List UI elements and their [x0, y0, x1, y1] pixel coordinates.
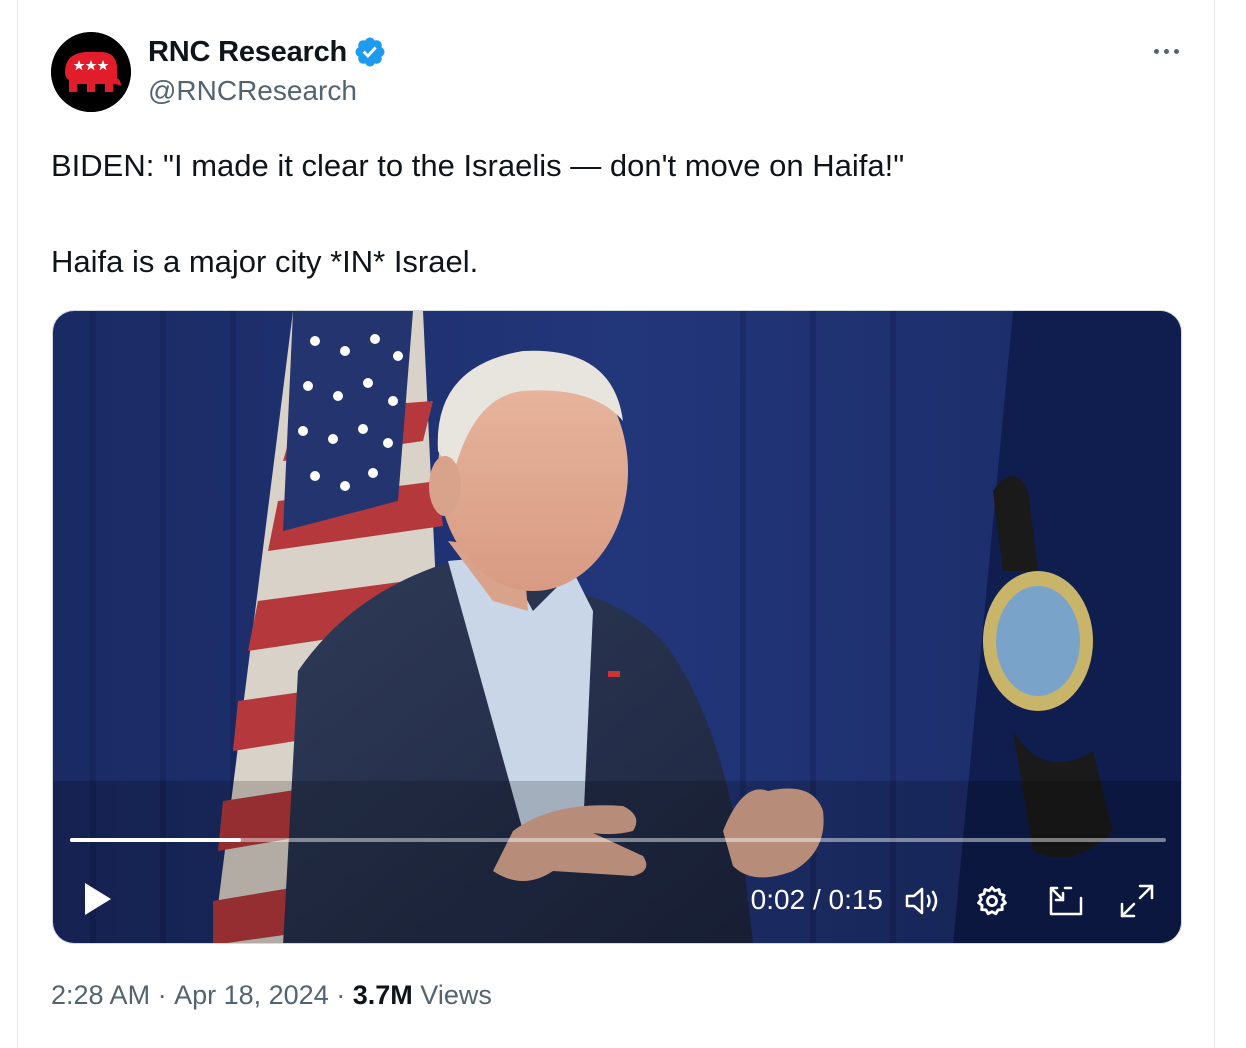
views-label: Views — [420, 980, 492, 1010]
verified-badge-icon[interactable] — [353, 35, 387, 69]
tweet-text-line-2: Haifa is a major city *IN* Israel. — [51, 244, 479, 279]
more-options-icon[interactable] — [1146, 36, 1186, 66]
progress-fill — [70, 838, 241, 842]
volume-icon[interactable] — [904, 886, 942, 916]
settings-gear-icon[interactable] — [975, 884, 1009, 918]
fullscreen-icon[interactable] — [1118, 882, 1156, 920]
avatar[interactable] — [51, 32, 131, 112]
meta-separator: · — [157, 980, 167, 1010]
progress-bar[interactable] — [70, 838, 1166, 842]
author-name-row: RNC Research — [148, 34, 387, 70]
time-separator: / — [812, 884, 821, 915]
tweet-time[interactable]: 2:28 AM — [51, 980, 150, 1011]
video-time: 0:02 / 0:15 — [725, 883, 883, 917]
picture-in-picture-icon[interactable] — [1047, 884, 1085, 918]
tweet-text: BIDEN: "I made it clear to the Israelis … — [51, 142, 1191, 286]
views-count: 3.7M — [352, 980, 413, 1010]
more-dot — [1163, 48, 1169, 54]
author-name[interactable]: RNC Research — [148, 36, 347, 69]
meta-separator: · — [336, 980, 346, 1010]
video-player[interactable]: 0:02 / 0:15 — [52, 310, 1182, 944]
tweet-date[interactable]: Apr 18, 2024 — [174, 980, 329, 1011]
more-dot — [1153, 48, 1159, 54]
author-handle[interactable]: @RNCResearch — [148, 75, 357, 107]
duration: 0:15 — [828, 884, 884, 915]
tweet-meta: 2:28 AM · Apr 18, 2024 · 3.7M Views — [51, 980, 492, 1011]
republican-elephant-icon — [51, 32, 131, 112]
play-icon[interactable] — [83, 881, 113, 917]
tweet-text-line-1: BIDEN: "I made it clear to the Israelis … — [51, 148, 905, 183]
current-time: 0:02 — [750, 884, 806, 915]
video-frame[interactable] — [53, 311, 1182, 944]
more-dot — [1173, 48, 1179, 54]
